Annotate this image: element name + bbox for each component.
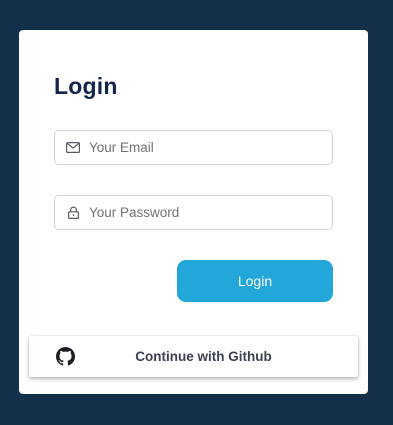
email-input[interactable] — [89, 131, 319, 164]
email-field[interactable] — [54, 130, 333, 165]
login-button[interactable]: Login — [177, 260, 333, 302]
lock-icon — [66, 206, 80, 220]
github-icon — [56, 347, 75, 366]
github-button-label: Continue with Github — [135, 349, 272, 364]
password-field[interactable] — [54, 195, 333, 230]
login-card: Login Login Continue with Github — [19, 30, 368, 394]
page-title: Login — [54, 73, 118, 99]
password-input[interactable] — [89, 196, 319, 229]
envelope-icon — [66, 141, 80, 155]
continue-with-github-button[interactable]: Continue with Github — [29, 336, 358, 377]
